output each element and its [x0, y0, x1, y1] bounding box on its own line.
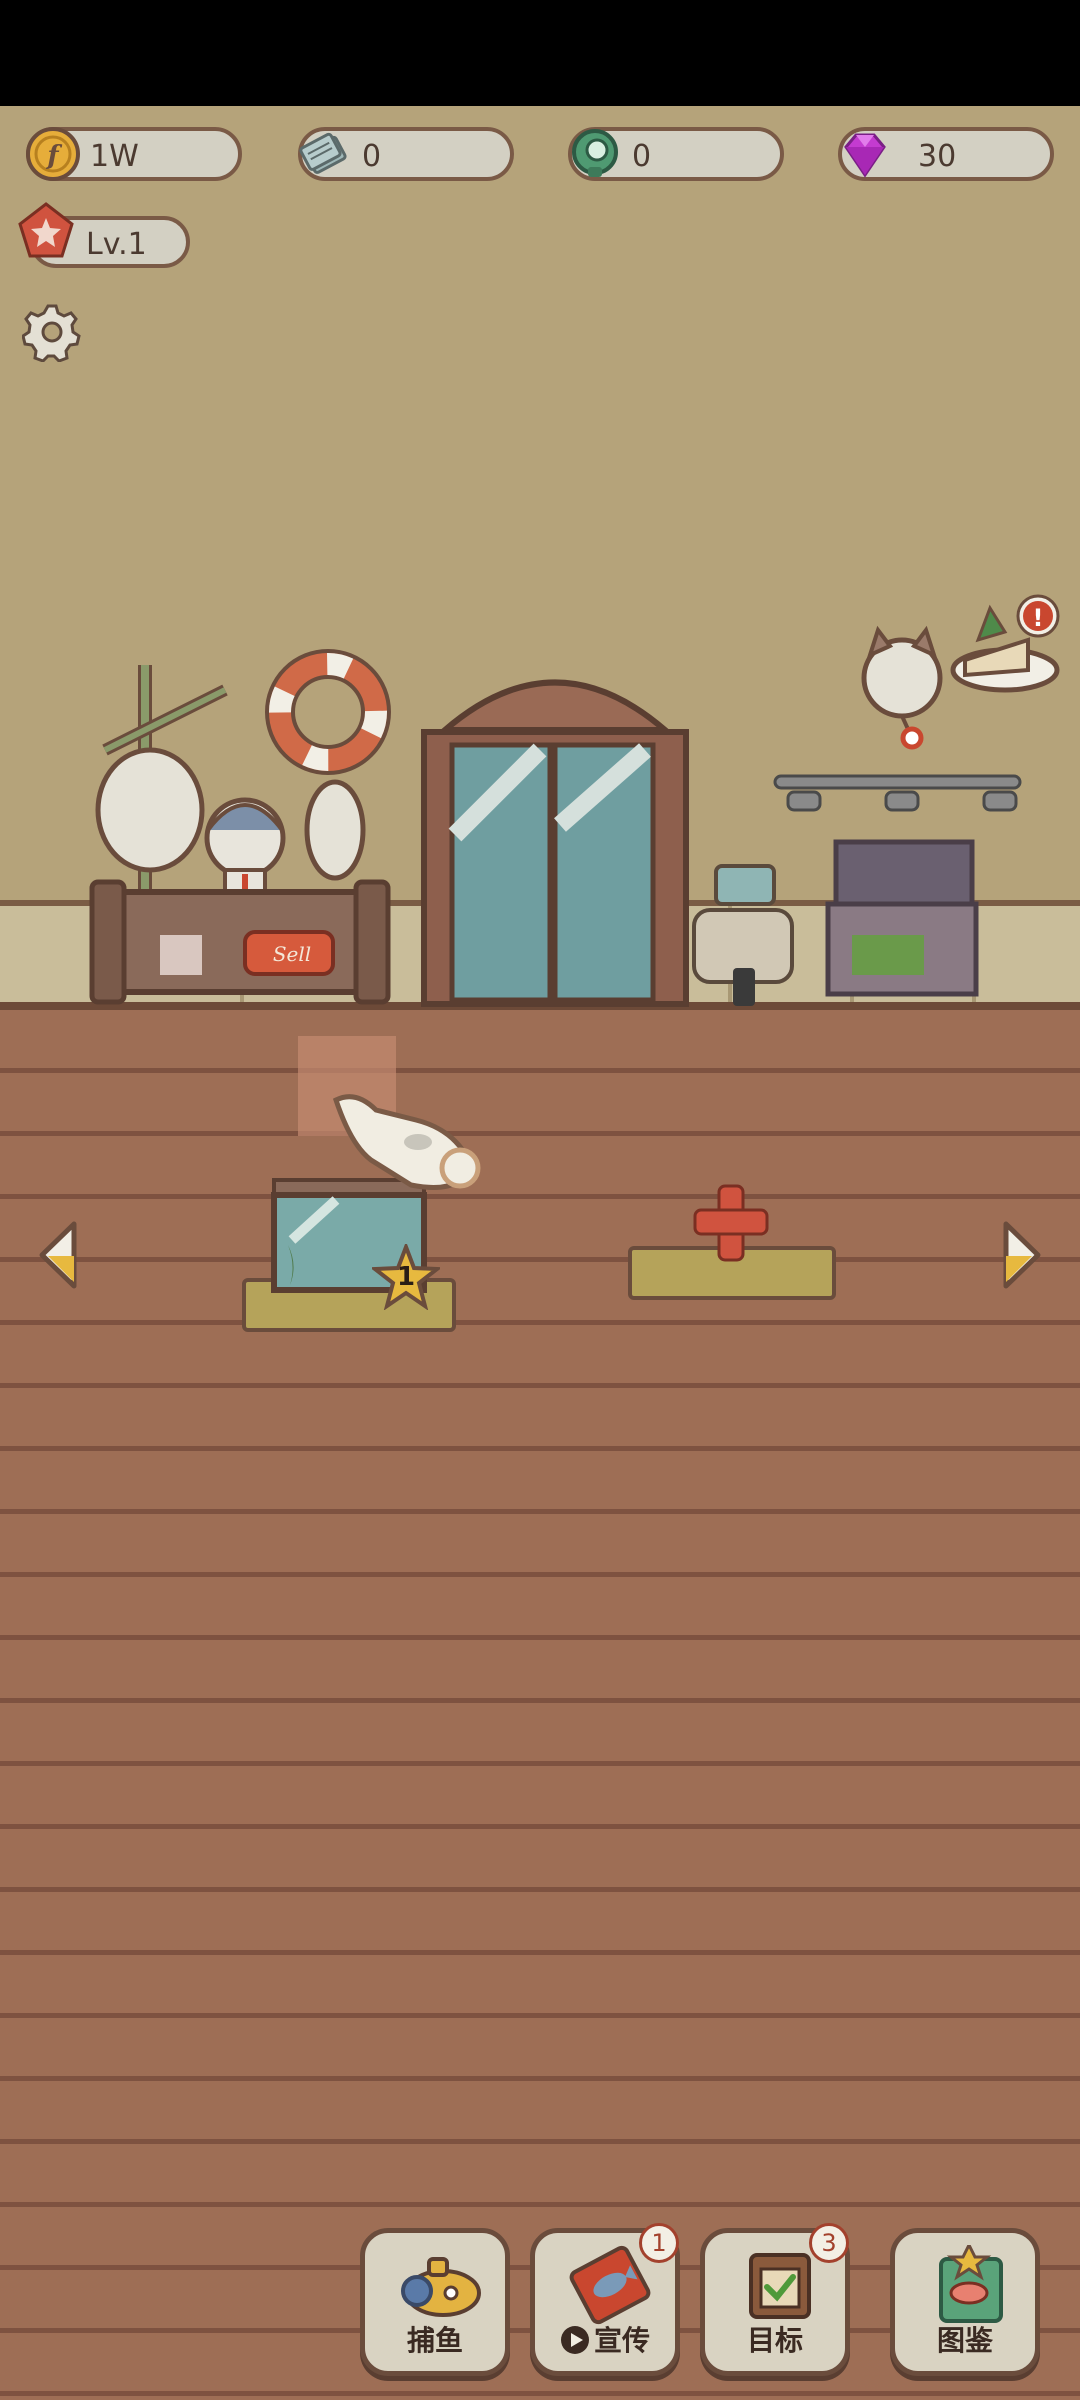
tank-level-number: 1 [396, 1262, 416, 1292]
coin-value: 1W [90, 139, 139, 174]
counter-sign-label: Sell [272, 942, 312, 966]
arrow-right-icon[interactable] [1000, 1220, 1044, 1290]
shell-value: 0 [632, 139, 652, 174]
checklist-icon [749, 2253, 811, 2319]
shop-floor [0, 1010, 1080, 2400]
shell-counter[interactable]: 0 [568, 127, 784, 181]
status-bar [0, 0, 1080, 106]
shopkeeper [204, 797, 286, 897]
coin-counter[interactable]: f 1W [26, 127, 242, 181]
level-star-icon [18, 202, 74, 258]
promote-label: 宣传 [535, 2319, 675, 2359]
video-play-icon [560, 2326, 589, 2354]
fish-album-icon [939, 2245, 1003, 2323]
lamp-rail [773, 774, 1022, 812]
alert-mark: ! [1033, 604, 1044, 632]
submarine-icon [401, 2257, 481, 2317]
level-label: Lv.1 [86, 227, 147, 262]
life-ring-decor [265, 649, 391, 775]
goals-label: 目标 [746, 2324, 803, 2357]
gem-icon [844, 133, 886, 178]
goals-badge: 3 [809, 2223, 849, 2263]
ticket-value: 0 [362, 139, 382, 174]
ticket-stack-icon [299, 132, 347, 174]
robot-decor[interactable] [692, 864, 794, 1006]
album-label: 图鉴 [936, 2324, 993, 2357]
promote-badge: 1 [639, 2223, 679, 2263]
goals-button[interactable]: 目标 3 [700, 2223, 850, 2376]
display-shelf[interactable] [825, 839, 979, 997]
album-button[interactable]: 图鉴 [890, 2228, 1040, 2376]
add-tank-slot[interactable] [626, 1180, 840, 1310]
fishing-button[interactable]: 捕鱼 [360, 2228, 510, 2376]
ticket-counter[interactable]: 0 [298, 127, 514, 181]
sell-counter[interactable] [89, 879, 391, 1005]
promote-button[interactable]: 宣传 1 [530, 2223, 680, 2376]
fish-poster-icon [569, 2245, 651, 2325]
owl-clock-decor [861, 625, 943, 750]
gem-counter[interactable]: 30 [838, 127, 1054, 181]
tutorial-hand-icon [332, 1094, 481, 1190]
elevator-door[interactable] [421, 679, 689, 1007]
coin-icon: f [26, 127, 80, 181]
green-shell-icon [572, 129, 618, 177]
gem-value: 30 [918, 139, 957, 174]
tank-level-star: 1 [369, 1241, 443, 1311]
arrow-left-icon[interactable] [36, 1220, 80, 1290]
cake-decor[interactable]: ! [950, 594, 1060, 693]
fishing-label: 捕鱼 [406, 2324, 463, 2357]
gear-icon[interactable] [22, 302, 82, 362]
promote-label-text: 宣传 [593, 2324, 650, 2357]
shop-scene: ! [89, 594, 1060, 1007]
